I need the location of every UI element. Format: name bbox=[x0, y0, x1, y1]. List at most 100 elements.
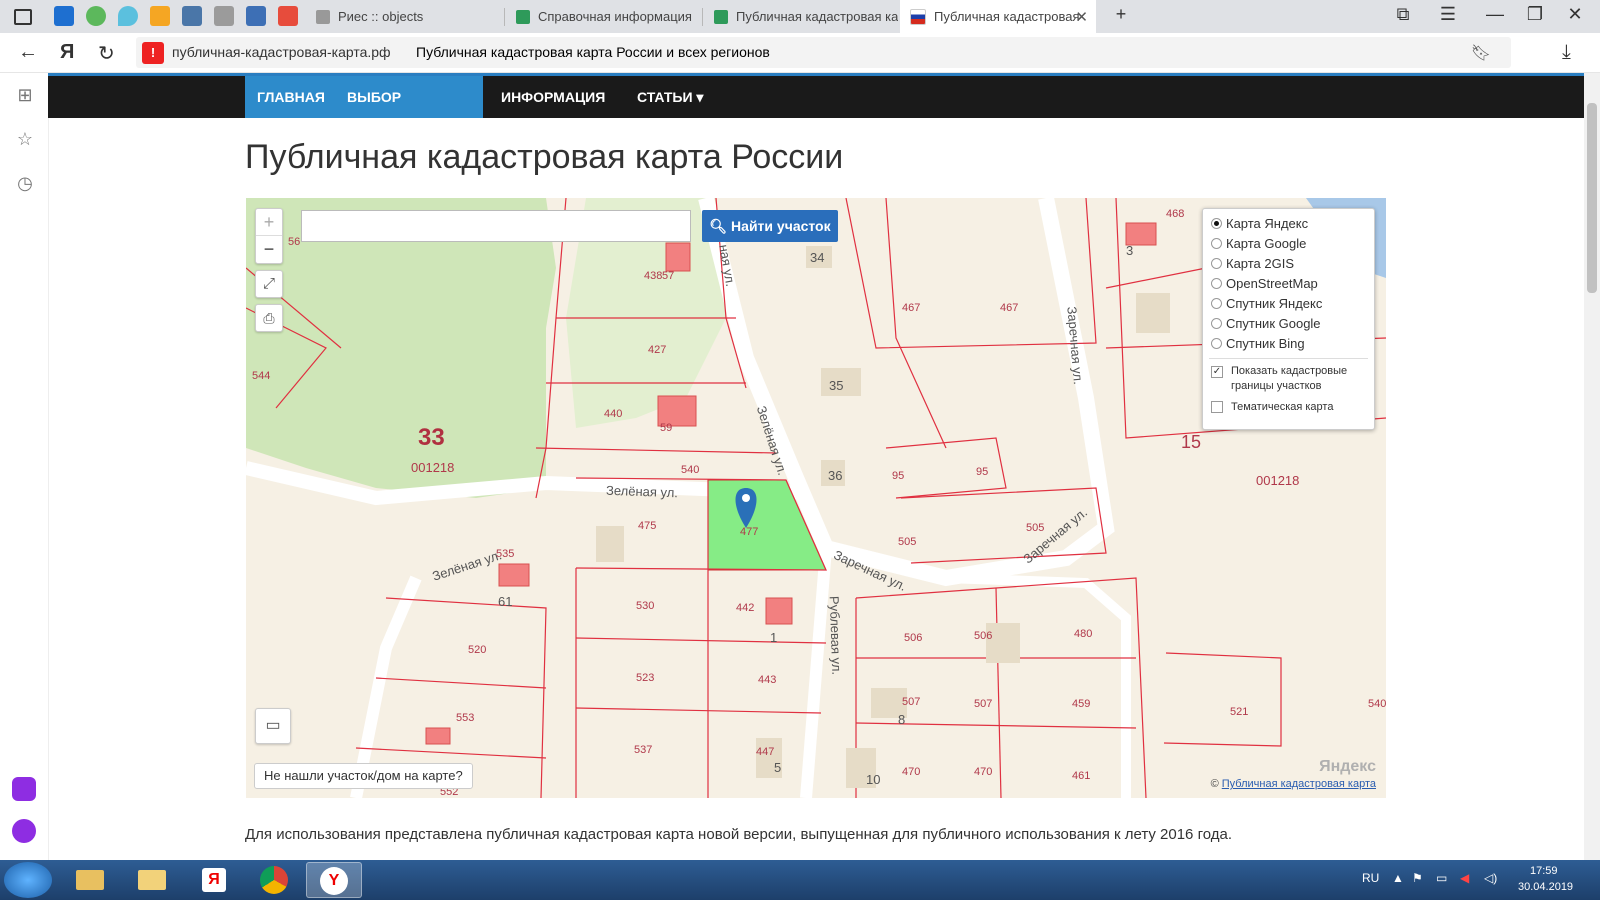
parcel-search-input[interactable] bbox=[301, 210, 691, 242]
bookmarks-manager-icon[interactable]: ⧉ bbox=[1390, 4, 1416, 25]
checkbox-icon[interactable] bbox=[1211, 401, 1223, 413]
url-field[interactable]: ! публичная-кадастровая-карта.рф Публичн… bbox=[136, 37, 1511, 68]
url-page-title: Публичная кадастровая карта России и все… bbox=[416, 44, 770, 60]
star-icon[interactable]: ☆ bbox=[14, 129, 36, 150]
radio-icon[interactable] bbox=[1211, 238, 1222, 249]
mail-app-icon[interactable] bbox=[150, 6, 170, 26]
clock-date[interactable]: 30.04.2019 bbox=[1518, 881, 1573, 893]
parcel-number: 520 bbox=[468, 644, 487, 656]
close-window-icon[interactable]: ✕ bbox=[1562, 4, 1588, 25]
language-indicator[interactable]: RU bbox=[1362, 871, 1379, 885]
parcel-number: 467 bbox=[902, 302, 921, 314]
layer-yandex-map[interactable]: Карта Яндекс bbox=[1211, 216, 1308, 231]
checkbox-checked-icon[interactable]: ✓ bbox=[1211, 366, 1223, 378]
zoom-in-button[interactable]: + bbox=[256, 209, 282, 236]
layer-2gis-map[interactable]: Карта 2GIS bbox=[1211, 256, 1294, 271]
menu-icon[interactable]: ☰ bbox=[1435, 4, 1461, 25]
download-icon[interactable]: ⤓ bbox=[1562, 41, 1571, 64]
radio-icon[interactable] bbox=[1211, 278, 1222, 289]
explorer-taskbar-icon[interactable] bbox=[62, 862, 118, 898]
security-warning-icon[interactable]: ! bbox=[142, 42, 164, 64]
new-tab-button[interactable]: + bbox=[1108, 4, 1134, 25]
yandex-logo-icon[interactable]: Я bbox=[60, 41, 74, 64]
grid-app-icon[interactable] bbox=[214, 6, 234, 26]
parcel-number: 427 bbox=[648, 344, 667, 356]
parcel-number: 505 bbox=[1026, 522, 1045, 534]
parcel-number: 35 bbox=[829, 378, 844, 393]
reload-icon[interactable]: ↻ bbox=[98, 41, 115, 66]
vk-app-icon[interactable] bbox=[182, 6, 202, 26]
not-found-parcel-button[interactable]: Не нашли участок/дом на карте? bbox=[254, 763, 473, 789]
fullscreen-icon[interactable]: ⤢ bbox=[255, 270, 283, 298]
radio-icon[interactable] bbox=[1211, 258, 1222, 269]
copyright-link[interactable]: Публичная кадастровая карта bbox=[1222, 778, 1376, 790]
tab-active-public-cadastral-map[interactable]: Публичная кадастровая ✕ bbox=[900, 0, 1096, 33]
ruler-icon[interactable]: ▭ bbox=[255, 708, 291, 744]
map-pin-app-icon[interactable] bbox=[118, 6, 138, 26]
pkk-favicon-icon bbox=[516, 9, 530, 24]
toggle-cadastral-borders[interactable]: ✓ Показать кадастровые границы участков bbox=[1211, 364, 1361, 394]
toggle-thematic-map[interactable]: Тематическая карта bbox=[1211, 401, 1333, 413]
print-icon[interactable]: ⎙ bbox=[255, 304, 283, 332]
layer-google-satellite[interactable]: Спутник Google bbox=[1211, 316, 1321, 331]
network-icon[interactable]: ▭ bbox=[1436, 871, 1447, 885]
bookmark-icon[interactable]: 🔖︎ bbox=[1471, 43, 1491, 63]
tab-reference-info[interactable]: Справочная информация bbox=[506, 0, 700, 33]
volume-icon[interactable]: ◁) bbox=[1484, 871, 1497, 885]
tab-label: Публичная кадастровая ка bbox=[736, 9, 898, 24]
green-app-icon[interactable] bbox=[86, 6, 106, 26]
alice-voice-icon[interactable] bbox=[12, 819, 36, 843]
parcel-number: 540 bbox=[681, 464, 700, 476]
yandex-browser-taskbar-icon[interactable]: Y bbox=[306, 862, 362, 898]
tab-public-cadastral-map[interactable]: Публичная кадастровая ка bbox=[704, 0, 898, 33]
chrome-taskbar-icon[interactable] bbox=[246, 862, 302, 898]
road-rublevaya bbox=[800, 547, 832, 798]
restore-icon[interactable]: ❐ bbox=[1522, 4, 1548, 25]
find-parcel-button[interactable]: 🔍︎ Найти участок bbox=[702, 210, 838, 242]
nav-articles[interactable]: СТАТЬИ ▾ bbox=[625, 76, 715, 118]
scrollbar-thumb[interactable] bbox=[1587, 103, 1597, 293]
nav-home[interactable]: ГЛАВНАЯ bbox=[245, 76, 335, 118]
start-button[interactable] bbox=[4, 862, 52, 898]
parcel-number: 440 bbox=[604, 408, 623, 420]
files-taskbar-icon[interactable] bbox=[124, 862, 180, 898]
parcel-number: 8 bbox=[898, 712, 906, 727]
parcel-number: 470 bbox=[902, 766, 921, 778]
ip-app-icon[interactable] bbox=[54, 6, 74, 26]
cadastral-map[interactable]: 33 001218 15 001218 Зелёная ул. Зелёная … bbox=[246, 198, 1386, 798]
page-scrollbar[interactable] bbox=[1584, 73, 1600, 860]
clock-time[interactable]: 17:59 bbox=[1530, 865, 1558, 877]
colors-app-icon[interactable] bbox=[278, 6, 298, 26]
nav-region-select[interactable]: ВЫБОР РЕГИОНА ▾ bbox=[335, 76, 483, 147]
layer-google-map[interactable]: Карта Google bbox=[1211, 236, 1306, 251]
layer-bing-satellite[interactable]: Спутник Bing bbox=[1211, 336, 1305, 351]
close-tab-icon[interactable]: ✕ bbox=[1075, 8, 1088, 26]
flag-icon[interactable]: ⚑ bbox=[1412, 871, 1423, 885]
show-hidden-icons-icon[interactable]: ▲ bbox=[1392, 871, 1404, 885]
layer-yandex-satellite[interactable]: Спутник Яндекс bbox=[1211, 296, 1322, 311]
tab-separator bbox=[702, 8, 703, 26]
parcel-number: 56 bbox=[288, 236, 301, 248]
alice-assistant-icon[interactable] bbox=[12, 777, 36, 801]
radio-icon[interactable] bbox=[1211, 218, 1222, 229]
radio-icon[interactable] bbox=[1211, 298, 1222, 309]
tabs-panel-icon[interactable] bbox=[14, 9, 32, 25]
nav-information[interactable]: ИНФОРМАЦИЯ bbox=[489, 76, 617, 118]
apps-grid-icon[interactable]: ⊞ bbox=[14, 85, 36, 106]
alert-icon[interactable]: ◀ bbox=[1460, 871, 1469, 885]
parcel-number: 470 bbox=[974, 766, 993, 778]
minimize-icon[interactable]: — bbox=[1482, 4, 1508, 25]
layers-divider bbox=[1209, 358, 1368, 359]
history-clock-icon[interactable]: ◷ bbox=[14, 173, 36, 194]
back-arrow-icon[interactable]: ← bbox=[18, 41, 38, 64]
parcel-number: 480 bbox=[1074, 628, 1093, 640]
parcel-number: 36 bbox=[828, 468, 843, 483]
radio-icon[interactable] bbox=[1211, 338, 1222, 349]
tab-riess-objects[interactable]: Риес :: objects bbox=[306, 0, 504, 33]
radio-icon[interactable] bbox=[1211, 318, 1222, 329]
calendar-app-icon[interactable] bbox=[246, 6, 266, 26]
yandex-taskbar-icon[interactable]: Я bbox=[186, 862, 242, 898]
parcel-number: 461 bbox=[1072, 770, 1091, 782]
layer-openstreetmap[interactable]: OpenStreetMap bbox=[1211, 276, 1318, 291]
zoom-out-button[interactable]: − bbox=[256, 236, 282, 262]
